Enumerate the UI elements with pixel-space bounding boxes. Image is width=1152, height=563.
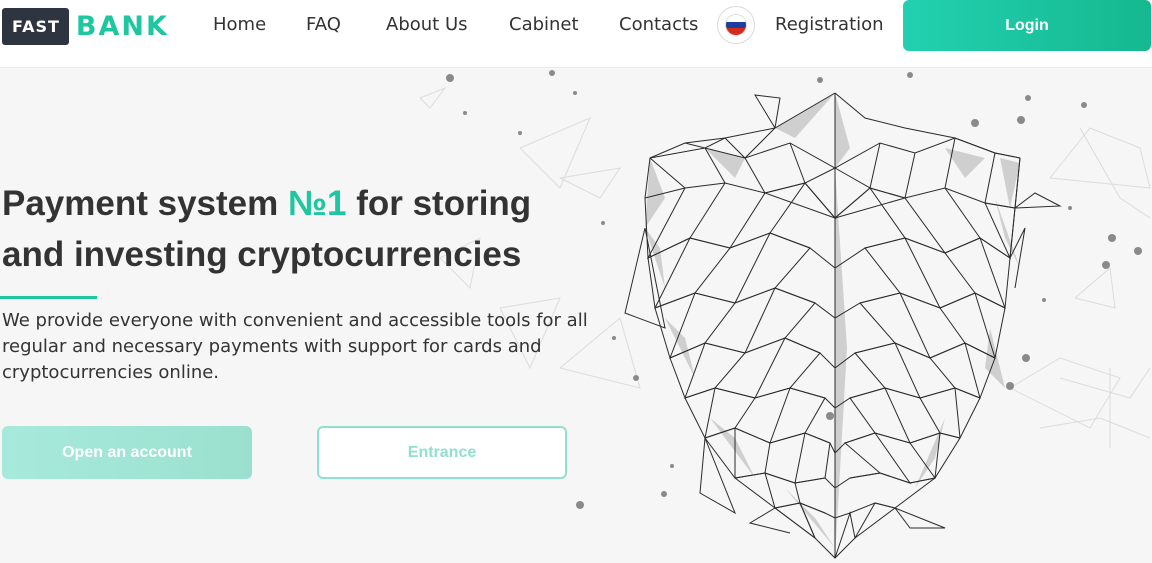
- registration-link[interactable]: Registration: [775, 14, 884, 35]
- language-switcher[interactable]: [717, 6, 755, 44]
- logo-fast-text: FAST: [2, 7, 69, 45]
- hero-title-part1: Payment system: [2, 184, 288, 223]
- nav-home-link[interactable]: Home: [213, 14, 266, 35]
- nav-contacts-link[interactable]: Contacts: [619, 14, 698, 35]
- shield-illustration: [624, 92, 1062, 559]
- site-header: FAST BANK Home FAQ About Us Cabinet Cont…: [0, 0, 1152, 68]
- entrance-button[interactable]: Entrance: [317, 426, 567, 479]
- hero-description: We provide everyone with convenient and …: [2, 310, 588, 383]
- hero-title-accent: №1: [287, 184, 347, 223]
- nav-cabinet-link[interactable]: Cabinet: [509, 14, 579, 35]
- nav-faq-link[interactable]: FAQ: [306, 14, 341, 35]
- open-account-button[interactable]: Open an account: [2, 426, 252, 479]
- hero-title: Payment system №1 for storing and invest…: [2, 178, 602, 280]
- nav-about-us-link[interactable]: About Us: [386, 14, 468, 35]
- title-underline-divider: [0, 296, 97, 299]
- page: FAST BANK Home FAQ About Us Cabinet Cont…: [0, 0, 1152, 563]
- logo-bank-text: BANK: [75, 10, 169, 42]
- logo[interactable]: FAST BANK: [2, 7, 169, 45]
- login-button[interactable]: Login: [903, 0, 1151, 51]
- russia-flag-icon: [725, 14, 747, 36]
